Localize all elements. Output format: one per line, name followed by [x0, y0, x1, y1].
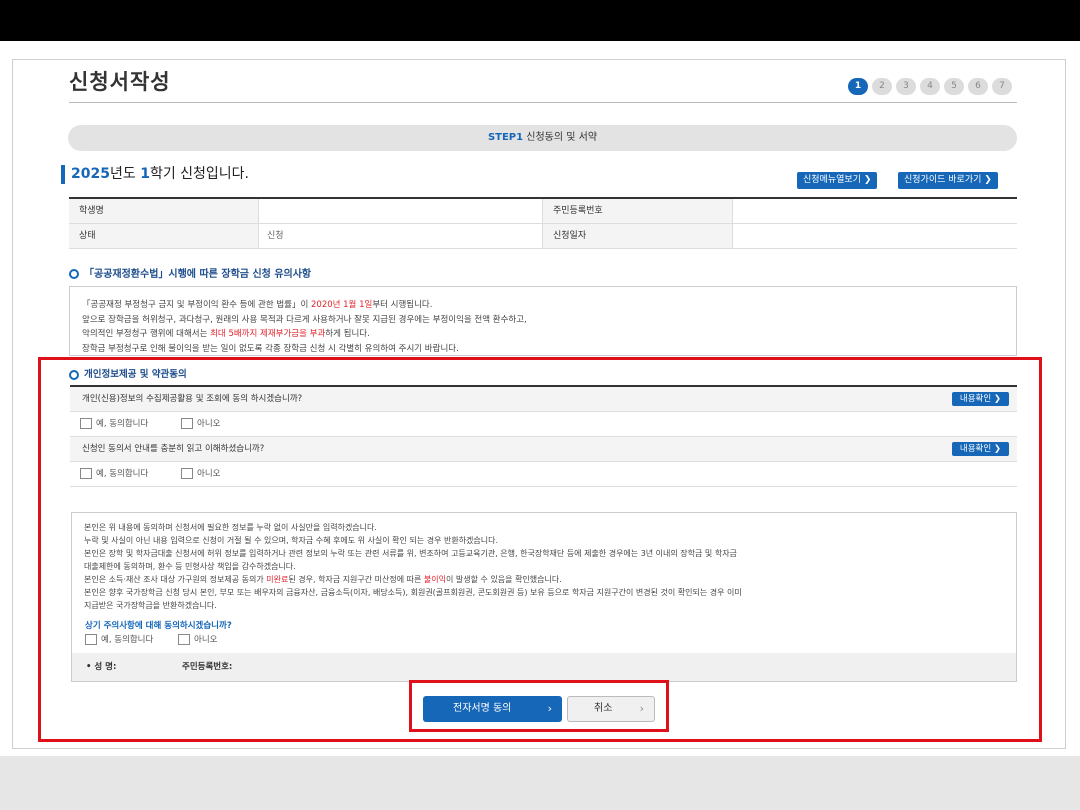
resident-number-label: 주민등록번호 — [543, 199, 733, 223]
semester-year: 2025 — [71, 166, 110, 182]
step-7: 7 — [992, 78, 1012, 95]
resident-number-value — [733, 199, 1017, 223]
notice-line-1: 「공공재정 부정청구 금지 및 부정이익 환수 등에 관한 법률」이 2020년… — [82, 298, 1004, 313]
notice-penalty: 최대 5배까지 제재부가금을 부과 — [210, 329, 326, 339]
notice-heading: 「공공재정환수법」시행에 따른 장학금 신청 유의사항 — [69, 265, 311, 280]
notice-line-2: 앞으로 장학금을 허위청구, 과다청구, 원래의 사용 목적과 다르게 사용하거… — [82, 314, 527, 325]
table-row: 상태 신청 신청일자 — [69, 224, 1017, 249]
status-label: 상태 — [69, 224, 259, 248]
applicant-info-table: 학생명 주민등록번호 상태 신청 신청일자 — [69, 197, 1017, 249]
student-name-value — [259, 199, 543, 223]
page-title: 신청서작성 — [69, 70, 171, 94]
step-5: 5 — [944, 78, 964, 95]
notice-date: 2020년 1월 1일 — [311, 300, 373, 310]
step-6: 6 — [968, 78, 988, 95]
step-banner: STEP1 신청동의 및 서약 — [68, 125, 1017, 151]
notice-box: 「공공재정 부정청구 금지 및 부정이익 환수 등에 관한 법률」이 2020년… — [69, 286, 1017, 356]
view-menu-button[interactable]: 신청메뉴열보기 ❯ — [797, 172, 878, 189]
notice-line-3: 악의적인 부정청구 행위에 대해서는 최대 5배까지 제재부가금을 부과하게 됩… — [82, 327, 1004, 342]
application-guide-button[interactable]: 신청가이드 바로가기 ❯ — [898, 172, 998, 189]
title-divider — [69, 102, 1017, 103]
step-label: 신청동의 및 서약 — [526, 132, 598, 143]
step-number: STEP1 — [487, 132, 524, 143]
student-name-label: 학생명 — [69, 199, 259, 223]
step-indicator: 1 2 3 4 5 6 7 — [848, 78, 1012, 95]
semester-term-suffix: 학기 신청입니다. — [149, 166, 249, 182]
table-row: 학생명 주민등록번호 — [69, 199, 1017, 224]
highlight-frame-buttons — [409, 680, 669, 732]
semester-term: 1 — [140, 166, 150, 182]
notice-text: 부터 시행됩니다. — [372, 300, 433, 310]
notice-title-text: 「공공재정환수법」시행에 따른 장학금 신청 유의사항 — [84, 269, 312, 280]
notice-line-4: 장학금 부정청구로 인해 불이익을 받는 일이 없도록 각종 장학금 신청 시 … — [82, 343, 459, 354]
step-1: 1 — [848, 78, 868, 95]
bottom-gray-bar — [0, 756, 1080, 810]
application-date-label: 신청일자 — [543, 224, 733, 248]
step-3: 3 — [896, 78, 916, 95]
status-value: 신청 — [259, 224, 543, 248]
semester-year-suffix: 년도 — [109, 166, 141, 182]
circle-bullet-icon — [69, 269, 79, 279]
semester-heading: 2025년도 1학기 신청입니다. — [61, 165, 249, 184]
notice-text: 「공공재정 부정청구 금지 및 부정이익 환수 등에 관한 법률」이 — [82, 300, 311, 310]
notice-text: 하게 됩니다. — [325, 329, 370, 339]
application-date-value — [733, 224, 1017, 248]
step-2: 2 — [872, 78, 892, 95]
notice-text: 악의적인 부정청구 행위에 대해서는 — [82, 329, 211, 339]
step-4: 4 — [920, 78, 940, 95]
top-black-bar — [0, 0, 1080, 41]
